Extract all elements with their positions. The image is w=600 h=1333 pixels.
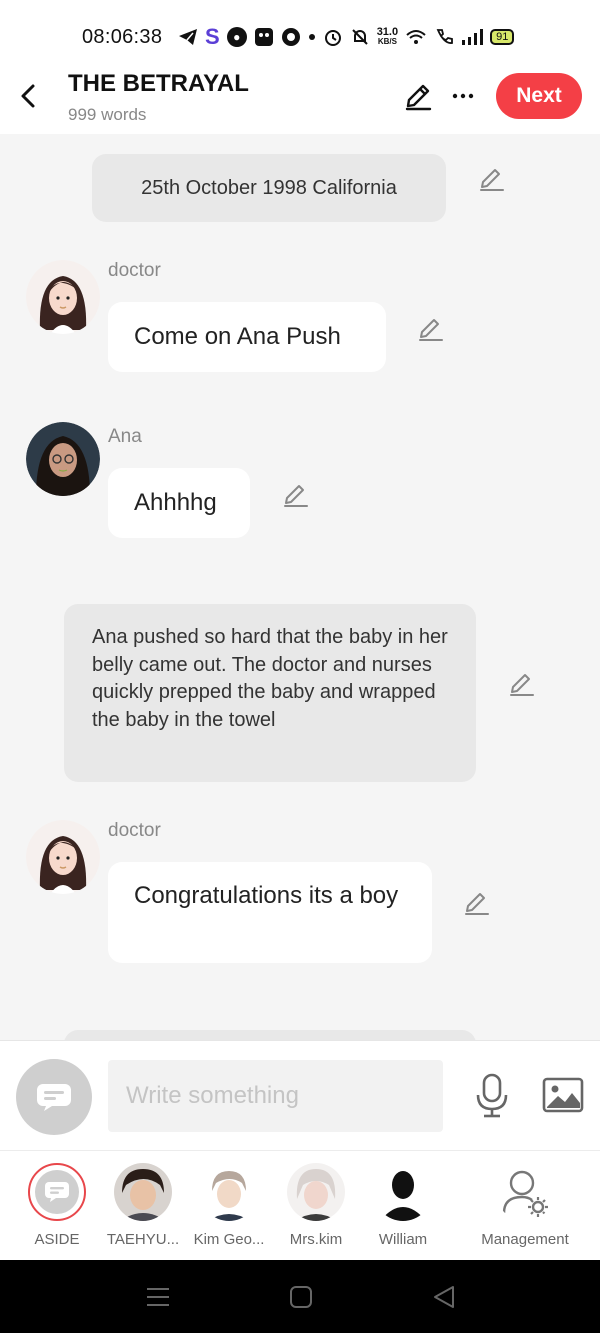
character-label: William (378, 1231, 428, 1248)
character-strip: ASIDE TAEHYU... Kim Geo... Mrs.kim Willi… (0, 1150, 600, 1260)
alarm-icon (323, 27, 343, 47)
next-button[interactable]: Next (496, 73, 582, 119)
speaker-name: doctor (108, 820, 161, 841)
s-app-icon: S (205, 24, 220, 49)
back-triangle-icon[interactable] (431, 1284, 457, 1310)
app-notification-icon: ● (226, 27, 247, 47)
management-icon (496, 1163, 554, 1221)
write-input[interactable] (108, 1060, 443, 1132)
edit-icon[interactable] (281, 480, 311, 510)
aside-bubble-partial[interactable] (64, 1030, 476, 1040)
aside-bubble[interactable]: 25th October 1998 California (92, 154, 446, 222)
character-kim-geo[interactable]: Kim Geo... (184, 1163, 274, 1255)
chrome-icon (281, 27, 301, 47)
edit-icon[interactable] (507, 669, 537, 699)
avatar-doctor[interactable] (26, 260, 100, 334)
back-arrow-icon[interactable] (14, 78, 42, 114)
home-icon[interactable] (288, 1284, 314, 1310)
speaker-name: Ana (108, 426, 142, 447)
editor-header: THE BETRAYAL 999 words Next (0, 62, 600, 134)
microphone-icon[interactable] (474, 1073, 510, 1119)
battery-icon: 91 (490, 29, 515, 45)
word-count: 999 words (68, 105, 147, 124)
character-label: ASIDE (34, 1231, 80, 1248)
edit-icon[interactable] (416, 314, 446, 344)
message-bubble[interactable]: Ahhhhg (108, 468, 250, 538)
network-speed: 31.0 KB/S (376, 26, 399, 47)
story-content[interactable]: 25th October 1998 California doctor Come… (0, 134, 600, 1040)
call-icon (434, 27, 454, 47)
telegram-icon (178, 28, 198, 46)
status-bar: 08:06:38 S ● 31.0 KB/S 91 (0, 0, 600, 62)
gallery-icon (254, 27, 274, 47)
character-mrs-kim[interactable]: Mrs.kim (271, 1163, 361, 1255)
aside-avatar (28, 1163, 86, 1221)
speaker-name: doctor (108, 260, 161, 281)
character-label: TAEHYU... (106, 1231, 180, 1248)
avatar (200, 1163, 258, 1221)
avatar-doctor[interactable] (26, 820, 100, 894)
character-aside[interactable]: ASIDE (12, 1163, 102, 1255)
aside-icon (37, 1084, 71, 1111)
avatar (374, 1163, 432, 1221)
story-title: THE BETRAYAL (68, 70, 249, 97)
image-icon[interactable] (542, 1077, 584, 1113)
character-management[interactable]: Management (472, 1163, 578, 1255)
message-bubble[interactable]: Come on Ana Push (108, 302, 386, 372)
signal-icon (461, 28, 484, 46)
character-taehyung[interactable]: TAEHYU... (98, 1163, 188, 1255)
more-options-icon[interactable] (450, 80, 478, 112)
edit-icon[interactable] (462, 888, 492, 918)
edit-icon[interactable] (477, 164, 507, 194)
menu-icon[interactable] (145, 1284, 171, 1310)
system-nav-bar (0, 1260, 600, 1333)
character-label: Kim Geo... (193, 1231, 265, 1248)
avatar (114, 1163, 172, 1221)
aside-icon (45, 1182, 69, 1202)
wifi-icon (405, 28, 427, 46)
composer-bar (0, 1040, 600, 1150)
character-label: Management (481, 1231, 569, 1248)
character-william[interactable]: William (358, 1163, 448, 1255)
edit-pencil-icon[interactable] (402, 80, 434, 112)
message-bubble[interactable]: Congratulations its a boy (108, 862, 432, 963)
aside-bubble[interactable]: Ana pushed so hard that the baby in her … (64, 604, 476, 782)
avatar-ana[interactable] (26, 422, 100, 496)
status-time: 08:06:38 (82, 26, 163, 48)
mute-bell-icon (350, 27, 370, 47)
dot-icon (308, 33, 316, 41)
avatar (287, 1163, 345, 1221)
character-label: Mrs.kim (289, 1231, 343, 1248)
status-icons: S ● 31.0 KB/S 91 (178, 22, 515, 52)
aside-toggle-button[interactable] (16, 1059, 92, 1135)
